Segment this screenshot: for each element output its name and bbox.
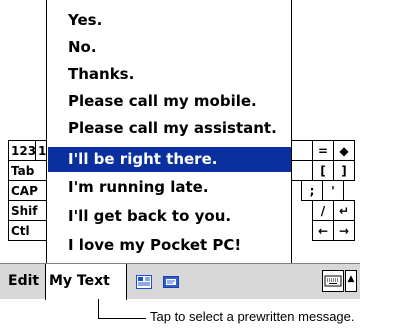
key-ctrl[interactable]: Ctl — [8, 220, 47, 241]
menu-item-call-mobile[interactable]: Please call my mobile. — [48, 89, 291, 114]
key-left-bracket[interactable]: [ — [312, 160, 334, 181]
menu-item-right-there[interactable]: I'll be right there. — [48, 147, 291, 172]
key-semicolon[interactable]: ; — [301, 180, 323, 201]
edit-menu[interactable]: Edit — [8, 273, 39, 289]
key-tab[interactable]: Tab — [8, 160, 47, 181]
menu-item-no[interactable]: No. — [48, 35, 291, 60]
menu-item-call-assistant[interactable]: Please call my assistant. — [48, 116, 291, 141]
my-text-label: My Text — [49, 273, 110, 289]
menu-item-yes[interactable]: Yes. — [48, 8, 291, 33]
menu-item-running-late[interactable]: I'm running late. — [48, 175, 291, 200]
menu-item-thanks[interactable]: Thanks. — [48, 62, 291, 87]
key-equals[interactable]: = — [312, 140, 334, 161]
key-quote[interactable]: ' — [322, 180, 344, 201]
device-screen: 123 1 Tab CAP Shif Ctl = ◆ [ ] ; ' / ↵ ←… — [0, 0, 416, 300]
key-shift[interactable]: Shif — [8, 200, 47, 221]
menu-item-get-back[interactable]: I'll get back to you. — [48, 204, 291, 229]
menu-item-love-pocket-pc[interactable]: I love my Pocket PC! — [48, 233, 291, 258]
sip-menu-arrow[interactable]: ▲ — [345, 270, 357, 292]
key-enter[interactable]: ↵ — [333, 200, 355, 221]
key-left-arrow[interactable]: ← — [312, 220, 334, 241]
key-right-arrow[interactable]: → — [333, 220, 355, 241]
callout-line-horizontal — [98, 318, 146, 319]
bottom-toolbar: Edit My Text ▲ — [0, 263, 360, 300]
notes-icon[interactable] — [136, 274, 152, 289]
my-text-popup-menu: Yes. No. Thanks. Please call my mobile. … — [46, 0, 292, 271]
callout-text: Tap to select a prewritten message. — [150, 309, 355, 324]
key-right-bracket[interactable]: ] — [333, 160, 355, 181]
my-text-button[interactable]: My Text — [45, 264, 127, 300]
keyboard-icon[interactable] — [322, 270, 344, 292]
key-backspace[interactable]: ◆ — [333, 140, 355, 161]
message-icon[interactable] — [163, 274, 179, 288]
key-caps[interactable]: CAP — [8, 180, 47, 201]
key-minus-partial[interactable] — [291, 140, 313, 161]
key-slash[interactable]: / — [312, 200, 334, 221]
chevron-up-icon: ▲ — [347, 274, 355, 284]
key-p-partial[interactable] — [291, 160, 313, 181]
callout-line-vertical — [98, 299, 99, 318]
key-123[interactable]: 123 — [8, 140, 36, 161]
